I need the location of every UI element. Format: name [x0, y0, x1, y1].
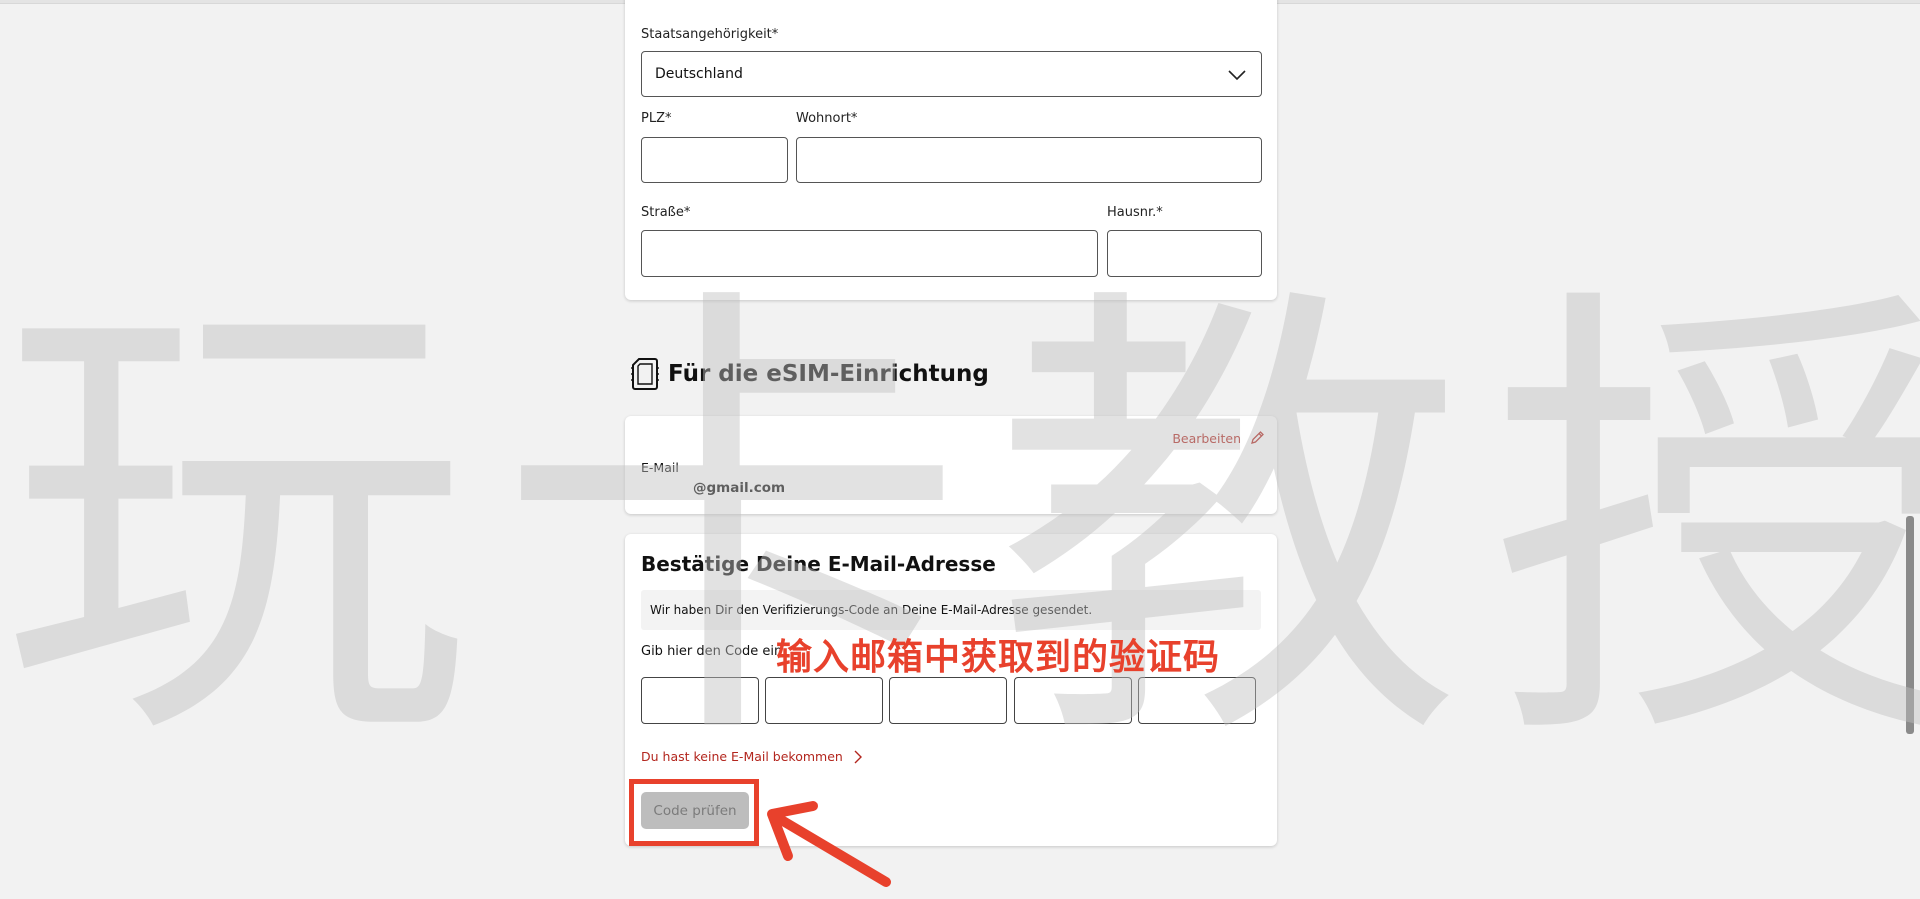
code-label: Gib hier den Code ein: [641, 644, 783, 659]
house-number-label: Hausnr.*: [1107, 205, 1163, 220]
house-number-input[interactable]: [1107, 230, 1262, 277]
sim-card-icon: [631, 358, 659, 390]
edit-label: Bearbeiten: [1172, 430, 1241, 446]
email-label: E-Mail: [641, 460, 679, 475]
street-label: Straße*: [641, 205, 691, 220]
esim-section-heading: Für die eSIM-Einrichtung: [630, 356, 989, 392]
plz-label: PLZ*: [641, 111, 672, 126]
address-card: Staatsangehörigkeit* Deutschland PLZ* Wo…: [625, 0, 1277, 300]
check-code-button[interactable]: Code prüfen: [641, 792, 749, 829]
resend-email-link[interactable]: Du hast keine E-Mail bekommen: [641, 749, 863, 764]
esim-section-title: Für die eSIM-Einrichtung: [668, 361, 989, 387]
email-value: @gmail.com: [693, 480, 786, 496]
street-input[interactable]: [641, 230, 1098, 277]
resend-label: Du hast keine E-Mail bekommen: [641, 749, 843, 764]
watermark-char-4: 授: [1489, 251, 1920, 798]
nationality-select[interactable]: Deutschland: [641, 51, 1262, 97]
nationality-value: Deutschland: [655, 66, 743, 82]
email-card: Bearbeiten E-Mail @gmail.com: [625, 416, 1277, 514]
scrollbar-thumb[interactable]: [1906, 516, 1914, 734]
info-text: Wir haben Dir den Verifizierungs-Code an…: [650, 603, 1093, 617]
pencil-icon: [1251, 431, 1264, 444]
edit-email-link[interactable]: Bearbeiten: [1172, 430, 1265, 446]
city-input[interactable]: [796, 137, 1262, 183]
city-label: Wohnort*: [796, 111, 858, 126]
code-digit-input-4[interactable]: [1014, 677, 1132, 724]
watermark-char-1: 玩: [0, 251, 470, 798]
chevron-down-icon: [1228, 70, 1246, 81]
verify-email-card: Bestätige Deine E-Mail-Adresse Wir haben…: [625, 534, 1277, 846]
chevron-right-icon: [854, 750, 862, 763]
verify-title: Bestätige Deine E-Mail-Adresse: [641, 552, 996, 576]
code-digit-input-2[interactable]: [765, 677, 883, 724]
code-digit-input-1[interactable]: [641, 677, 759, 724]
info-message: Wir haben Dir den Verifizierungs-Code an…: [641, 590, 1261, 630]
plz-input[interactable]: [641, 137, 788, 183]
code-digit-input-5[interactable]: [1138, 677, 1256, 724]
nationality-label: Staatsangehörigkeit*: [641, 27, 779, 42]
code-digit-input-3[interactable]: [889, 677, 1007, 724]
